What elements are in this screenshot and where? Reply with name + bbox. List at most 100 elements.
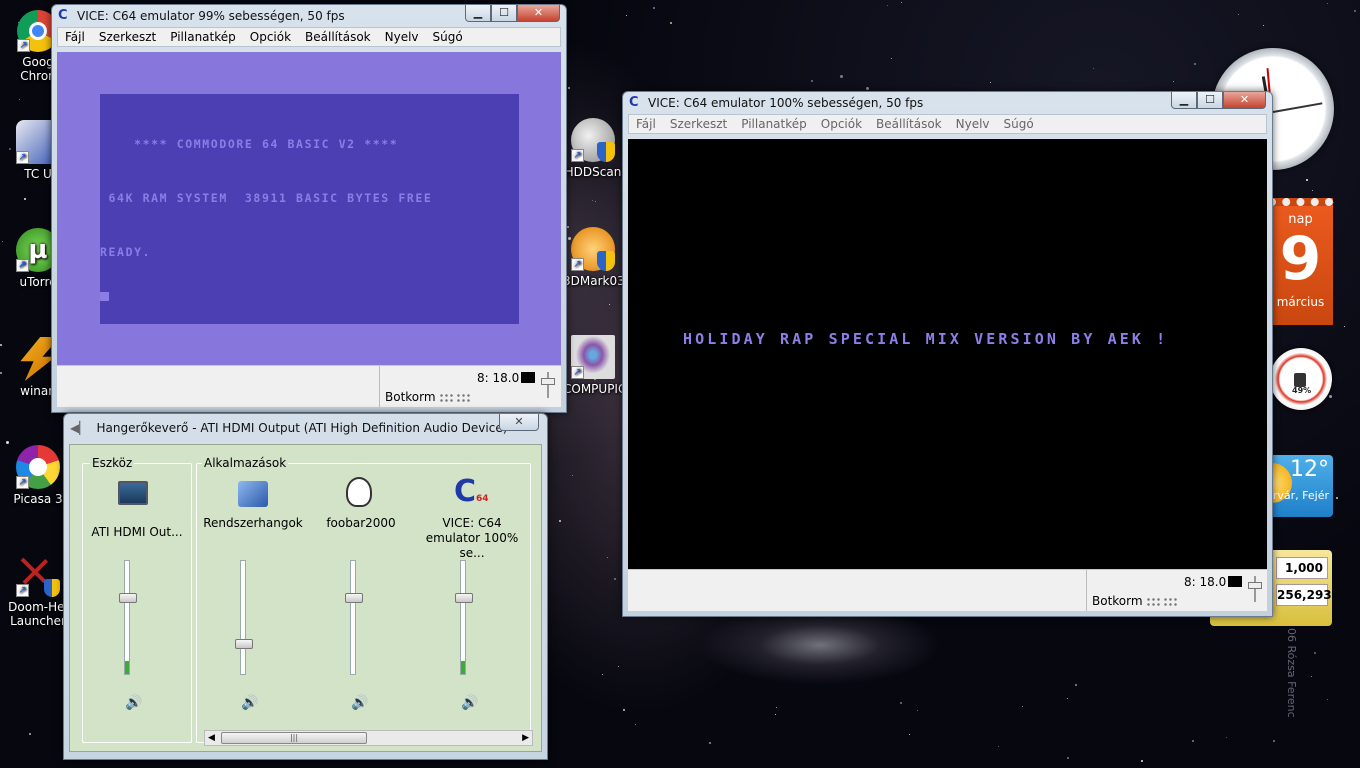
star bbox=[595, 201, 596, 202]
star bbox=[1194, 63, 1196, 65]
c64-screen-2[interactable]: HOLIDAY RAP SPECIAL MIX VERSION BY AEK ! bbox=[628, 139, 1267, 570]
maximize-button[interactable]: ☐ bbox=[1197, 92, 1223, 109]
wallpaper-credit: 06 Rózsa Ferenc bbox=[1285, 628, 1298, 718]
c64-screen-border[interactable]: **** COMMODORE 64 BASIC V2 **** 64K RAM … bbox=[57, 52, 561, 365]
cpu-meter-gadget[interactable]: 49% bbox=[1270, 348, 1332, 410]
vice-window-2[interactable]: C VICE: C64 emulator 100% sebességen, 50… bbox=[622, 91, 1273, 617]
app-peak-meter bbox=[351, 661, 355, 674]
app-peak-meter bbox=[241, 669, 245, 674]
menu-snapshot[interactable]: Pillanatkép bbox=[734, 117, 814, 131]
joystick-label: Botkorm bbox=[1092, 594, 1143, 608]
commodore-icon: C bbox=[629, 95, 639, 110]
desktop-icon-picasa[interactable]: ↗ Picasa 3 bbox=[8, 445, 68, 507]
star bbox=[1022, 706, 1023, 707]
menu-file[interactable]: Fájl bbox=[58, 30, 92, 44]
app-volume-thumb[interactable] bbox=[455, 593, 473, 603]
volume-slider[interactable] bbox=[541, 372, 555, 398]
menu-edit[interactable]: Szerkeszt bbox=[663, 117, 734, 131]
menu-snapshot[interactable]: Pillanatkép bbox=[163, 30, 243, 44]
system-sounds-icon bbox=[238, 481, 268, 507]
calendar-month: március bbox=[1276, 295, 1325, 309]
menu-language[interactable]: Nyelv bbox=[949, 117, 997, 131]
menu-options[interactable]: Opciók bbox=[814, 117, 869, 131]
menu-language[interactable]: Nyelv bbox=[378, 30, 426, 44]
desktop-icon-label: COMPUPIC bbox=[563, 382, 623, 396]
star bbox=[900, 702, 902, 704]
hddscan-icon: ↗ bbox=[571, 118, 615, 162]
c64-ready-line: READY. bbox=[100, 245, 152, 259]
star bbox=[626, 15, 627, 16]
calendar-gadget[interactable]: nap 9 március bbox=[1268, 198, 1333, 325]
menu-help[interactable]: Súgó bbox=[997, 117, 1041, 131]
joystick-port-icon bbox=[455, 392, 470, 403]
desktop-icon-3dmark03[interactable]: ↗ 3DMark03 bbox=[563, 227, 623, 289]
menu-edit[interactable]: Szerkeszt bbox=[92, 30, 163, 44]
applications-scrollbar[interactable]: ◀ ||| ▶ bbox=[204, 730, 533, 746]
app-volume-thumb[interactable] bbox=[345, 593, 363, 603]
star bbox=[709, 742, 711, 744]
mixer-speaker-icon: ◀▏ bbox=[70, 421, 89, 435]
desktop-icon-doom-launcher[interactable]: ↗ Doom-Hei Launcher bbox=[8, 553, 68, 629]
joystick-status[interactable]: Botkorm bbox=[1092, 594, 1177, 608]
desktop-icon-label: 3DMark03 bbox=[563, 274, 623, 288]
mixer-titlebar[interactable]: ◀▏ Hangerőkeverő - ATI HDMI Output (ATI … bbox=[64, 414, 547, 442]
vice1-title: VICE: C64 emulator 99% sebességen, 50 fp… bbox=[77, 9, 345, 23]
app-volume-track[interactable] bbox=[240, 560, 246, 675]
menu-settings[interactable]: Beállítások bbox=[869, 117, 949, 131]
star bbox=[840, 75, 843, 78]
vice2-title: VICE: C64 emulator 100% sebességen, 50 f… bbox=[648, 96, 924, 110]
joystick-status[interactable]: Botkorm bbox=[385, 390, 470, 404]
vice2-titlebar[interactable]: C VICE: C64 emulator 100% sebességen, 50… bbox=[623, 92, 1272, 114]
app-label: Rendszerhangok bbox=[203, 516, 303, 530]
star bbox=[592, 200, 593, 201]
foobar2000-icon bbox=[346, 477, 372, 507]
speaker-icon[interactable]: 🔊 bbox=[125, 695, 142, 711]
vice1-titlebar[interactable]: C VICE: C64 emulator 99% sebességen, 50 … bbox=[52, 5, 566, 27]
calendar-day: 9 bbox=[1279, 224, 1322, 294]
app-label: VICE: C64 emulator 100% se... bbox=[414, 516, 530, 561]
scrollbar-thumb[interactable]: ||| bbox=[221, 732, 367, 744]
speaker-icon[interactable]: 🔊 bbox=[351, 695, 368, 711]
star bbox=[1093, 68, 1094, 69]
star bbox=[24, 198, 26, 200]
menu-options[interactable]: Opciók bbox=[243, 30, 298, 44]
joystick-port-icon bbox=[1145, 596, 1160, 607]
star bbox=[614, 578, 616, 580]
menu-settings[interactable]: Beállítások bbox=[298, 30, 378, 44]
close-button[interactable]: ✕ bbox=[499, 414, 539, 431]
minimize-button[interactable]: ▁ bbox=[465, 5, 491, 22]
minimize-button[interactable]: ▁ bbox=[1171, 92, 1197, 109]
star bbox=[776, 707, 777, 708]
desktop-icon-label: Picasa 3 bbox=[13, 492, 63, 506]
star bbox=[609, 304, 610, 305]
star bbox=[607, 557, 608, 558]
star bbox=[1141, 760, 1143, 762]
speaker-icon[interactable]: 🔊 bbox=[461, 695, 478, 711]
maximize-button[interactable]: ☐ bbox=[491, 5, 517, 22]
scroll-right-arrow[interactable]: ▶ bbox=[522, 731, 529, 745]
close-button[interactable]: ✕ bbox=[1223, 92, 1266, 109]
device-volume-track[interactable] bbox=[124, 560, 130, 675]
device-volume-thumb[interactable] bbox=[119, 593, 137, 603]
app-volume-track[interactable] bbox=[350, 560, 356, 675]
star bbox=[670, 22, 672, 24]
volume-slider[interactable] bbox=[1248, 576, 1262, 602]
speed-readout: 8: 18.0 bbox=[477, 371, 520, 385]
menu-help[interactable]: Súgó bbox=[426, 30, 470, 44]
app-volume-thumb[interactable] bbox=[235, 639, 253, 649]
scroll-left-arrow[interactable]: ◀ bbox=[208, 731, 215, 745]
desktop-icon-hddscan[interactable]: ↗ HDDScan bbox=[563, 118, 623, 180]
star bbox=[1067, 698, 1068, 699]
menu-file[interactable]: Fájl bbox=[629, 117, 663, 131]
vice-window-1[interactable]: C VICE: C64 emulator 99% sebességen, 50 … bbox=[51, 4, 567, 413]
star bbox=[19, 99, 20, 100]
app-volume-track[interactable] bbox=[460, 560, 466, 675]
weather-gadget[interactable]: 12° ervár, Fejér bbox=[1252, 455, 1333, 517]
speaker-icon[interactable]: 🔊 bbox=[241, 695, 258, 711]
desktop-icon-compupic[interactable]: ↗ COMPUPIC bbox=[563, 335, 623, 397]
star bbox=[990, 82, 991, 83]
volume-mixer-window[interactable]: ◀▏ Hangerőkeverő - ATI HDMI Output (ATI … bbox=[63, 413, 548, 760]
star bbox=[1238, 14, 1239, 15]
star bbox=[1333, 202, 1334, 203]
close-button[interactable]: ✕ bbox=[517, 5, 560, 22]
